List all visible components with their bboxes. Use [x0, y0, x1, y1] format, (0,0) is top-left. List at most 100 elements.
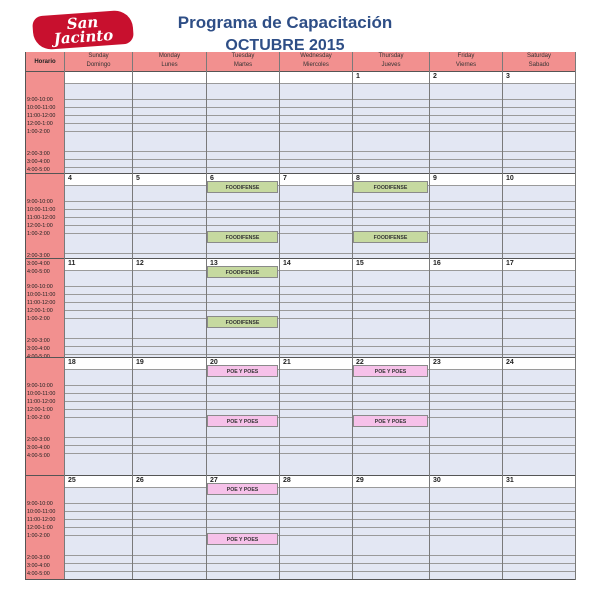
slot-line	[64, 535, 575, 536]
day-header-wednesday: Wednesday Miercoles	[279, 52, 352, 71]
calendar-bottom-line	[26, 579, 575, 580]
week-2-number-band	[64, 173, 575, 185]
time-label: 1:00-2:00	[27, 415, 50, 421]
day-name-en: Friday	[457, 53, 475, 59]
time-label: 2:00-3:00	[27, 555, 50, 561]
day-name-en: Thursday	[378, 53, 404, 59]
week-1-background	[64, 71, 575, 173]
time-label: 12:00-1:00	[27, 525, 53, 531]
day-header-monday: Monday Lunes	[132, 52, 206, 71]
day-number: 19	[136, 359, 144, 366]
training-event[interactable]: FOODIFENSE	[353, 231, 428, 243]
calendar-grid: Horario Sunday Domingo Monday Lunes Tuesday M…	[25, 52, 576, 580]
slot-line	[64, 487, 575, 488]
training-event[interactable]: POE Y POES	[353, 365, 428, 377]
training-event[interactable]: POE Y POES	[353, 415, 428, 427]
slot-line	[64, 445, 575, 446]
day-number: 17	[506, 260, 514, 267]
column-line	[575, 52, 576, 580]
time-label: 9:00-10:00	[27, 199, 53, 205]
day-header-saturday: Saturday Sabado	[502, 52, 575, 71]
time-label: 3:00-4:00	[27, 346, 50, 352]
slot-line	[64, 369, 575, 370]
time-label: 10:00-11:00	[27, 292, 56, 298]
slot-line	[64, 338, 575, 339]
day-name-es: Miercoles	[303, 62, 329, 68]
day-number: 15	[356, 260, 364, 267]
day-number: 28	[283, 477, 291, 484]
training-event[interactable]: POE Y POES	[207, 365, 278, 377]
time-label: 10:00-11:00	[27, 391, 56, 397]
slot-line	[64, 385, 575, 386]
training-event[interactable]: FOODIFENSE	[207, 316, 278, 328]
slot-line	[64, 99, 575, 100]
slot-line	[64, 253, 575, 254]
slot-line	[64, 294, 575, 295]
slot-line	[64, 123, 575, 124]
day-number: 2	[433, 73, 437, 80]
time-label: 1:00-2:00	[27, 129, 50, 135]
slot-line	[64, 318, 575, 319]
time-label: 2:00-3:00	[27, 338, 50, 344]
time-label: 11:00-12:00	[27, 399, 56, 405]
column-line	[279, 52, 280, 580]
day-number: 4	[68, 175, 72, 182]
slot-line	[64, 503, 575, 504]
time-label: 11:00-12:00	[27, 300, 56, 306]
time-label: 9:00-10:00	[27, 383, 53, 389]
column-line	[429, 52, 430, 580]
slot-line	[64, 511, 575, 512]
day-name-en: Tuesday	[231, 53, 255, 59]
column-line	[206, 52, 207, 580]
slot-line	[64, 437, 575, 438]
slot-line	[64, 185, 575, 186]
slot-line	[64, 555, 575, 556]
day-number: 7	[283, 175, 287, 182]
day-number: 31	[506, 477, 514, 484]
slot-line	[64, 217, 575, 218]
training-event[interactable]: FOODIFENSE	[207, 231, 278, 243]
day-name-en: Wednesday	[300, 53, 332, 59]
day-name-en: Saturday	[526, 53, 551, 59]
training-event[interactable]: FOODIFENSE	[353, 181, 428, 193]
day-number: 3	[506, 73, 510, 80]
slot-line	[64, 115, 575, 116]
day-number: 23	[433, 359, 441, 366]
slot-line	[64, 131, 575, 132]
page-title: Programa de Capacitación	[177, 13, 393, 32]
slot-line	[64, 453, 575, 454]
slot-line	[64, 393, 575, 394]
slot-line	[64, 302, 575, 303]
day-number: 1	[356, 73, 360, 80]
slot-line	[64, 310, 575, 311]
time-label: 12:00-1:00	[27, 223, 53, 229]
time-label: 3:00-4:00	[27, 445, 50, 451]
time-label: 4:00-5:00	[27, 571, 50, 577]
slot-line	[64, 107, 575, 108]
column-line	[502, 52, 503, 580]
day-number: 12	[136, 260, 144, 267]
day-number: 14	[283, 260, 291, 267]
slot-line	[64, 83, 575, 84]
time-label: 9:00-10:00	[27, 284, 53, 290]
training-event[interactable]: POE Y POES	[207, 415, 278, 427]
time-label: 10:00-11:00	[27, 509, 56, 515]
slot-line	[64, 417, 575, 418]
time-label: 4:00-5:00	[27, 269, 50, 275]
day-name-es: Jueves	[381, 62, 401, 68]
slot-line	[64, 167, 575, 168]
training-event[interactable]: FOODIFENSE	[207, 181, 278, 193]
day-number: 30	[433, 477, 441, 484]
time-label: 10:00-11:00	[27, 207, 56, 213]
time-label: 12:00-1:00	[27, 407, 53, 413]
training-event[interactable]: FOODIFENSE	[207, 266, 278, 278]
slot-line	[64, 354, 575, 355]
training-event[interactable]: POE Y POES	[207, 483, 278, 495]
training-event[interactable]: POE Y POES	[207, 533, 278, 545]
week-3-background	[64, 258, 575, 357]
day-name-es: Martes	[233, 62, 253, 68]
slot-line	[64, 571, 575, 572]
slot-line	[64, 201, 575, 202]
san-jacinto-logo: San Jacinto	[31, 9, 135, 51]
slot-line	[64, 209, 575, 210]
